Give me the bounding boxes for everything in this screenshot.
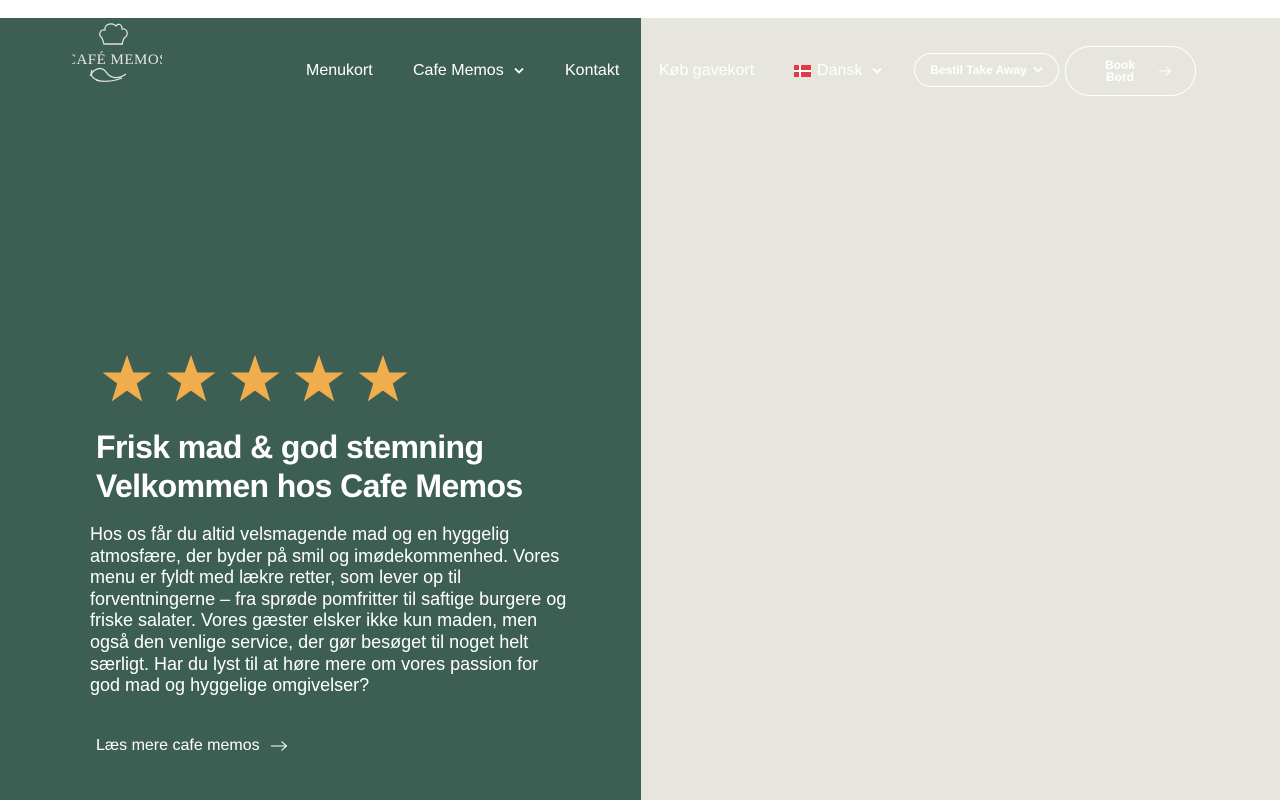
denmark-flag-icon: [794, 65, 811, 77]
nav-cafe-memos-label: Cafe Memos: [413, 62, 504, 79]
rating-stars: [100, 352, 420, 406]
read-more-label: Læs mere cafe memos: [96, 737, 260, 754]
chevron-down-icon: [872, 67, 882, 75]
cafe-memos-logo[interactable]: CAFÉ MEMOS: [72, 22, 162, 86]
language-label: Dansk: [817, 62, 863, 79]
chevron-down-icon: [514, 67, 524, 75]
chef-logo-icon: CAFÉ MEMOS: [72, 23, 162, 82]
nav-cafe-memos[interactable]: Cafe Memos: [413, 60, 524, 82]
star-icon: [100, 352, 154, 406]
hero-headline: Frisk mad & god stemning Velkommen hos C…: [96, 428, 596, 506]
book-table-label: Book Bord: [1105, 58, 1135, 84]
hero-image-panel: [641, 18, 1280, 800]
read-more-link[interactable]: Læs mere cafe memos: [96, 735, 288, 757]
order-takeaway-button[interactable]: Bestil Take Away: [914, 53, 1059, 87]
nav-koeb-gavekort[interactable]: Køb gavekort: [659, 60, 754, 82]
hero-description: Hos os får du altid velsmagende mad og e…: [90, 524, 567, 696]
nav-kontakt[interactable]: Kontakt: [565, 60, 619, 82]
book-table-button[interactable]: Book Bord: [1065, 46, 1196, 96]
nav-kontakt-label: Kontakt: [565, 62, 620, 79]
nav-koeb-gavekort-label: Køb gavekort: [659, 62, 755, 79]
star-icon: [228, 352, 282, 406]
star-icon: [164, 352, 218, 406]
top-strip: [0, 0, 1280, 18]
nav-menukort-label: Menukort: [306, 62, 373, 79]
svg-text:CAFÉ MEMOS: CAFÉ MEMOS: [72, 51, 162, 68]
headline-line-2: Velkommen hos Cafe Memos: [96, 468, 523, 504]
arrow-right-icon: [270, 740, 288, 752]
arrow-right-icon: [1158, 65, 1172, 77]
headline-line-1: Frisk mad & god stemning: [96, 429, 484, 465]
star-icon: [292, 352, 346, 406]
order-takeaway-label: Bestil Take Away: [930, 63, 1027, 77]
chevron-down-icon: [1033, 66, 1043, 74]
language-switcher[interactable]: Dansk: [794, 60, 882, 82]
nav-menukort[interactable]: Menukort: [306, 60, 373, 82]
star-icon: [356, 352, 410, 406]
